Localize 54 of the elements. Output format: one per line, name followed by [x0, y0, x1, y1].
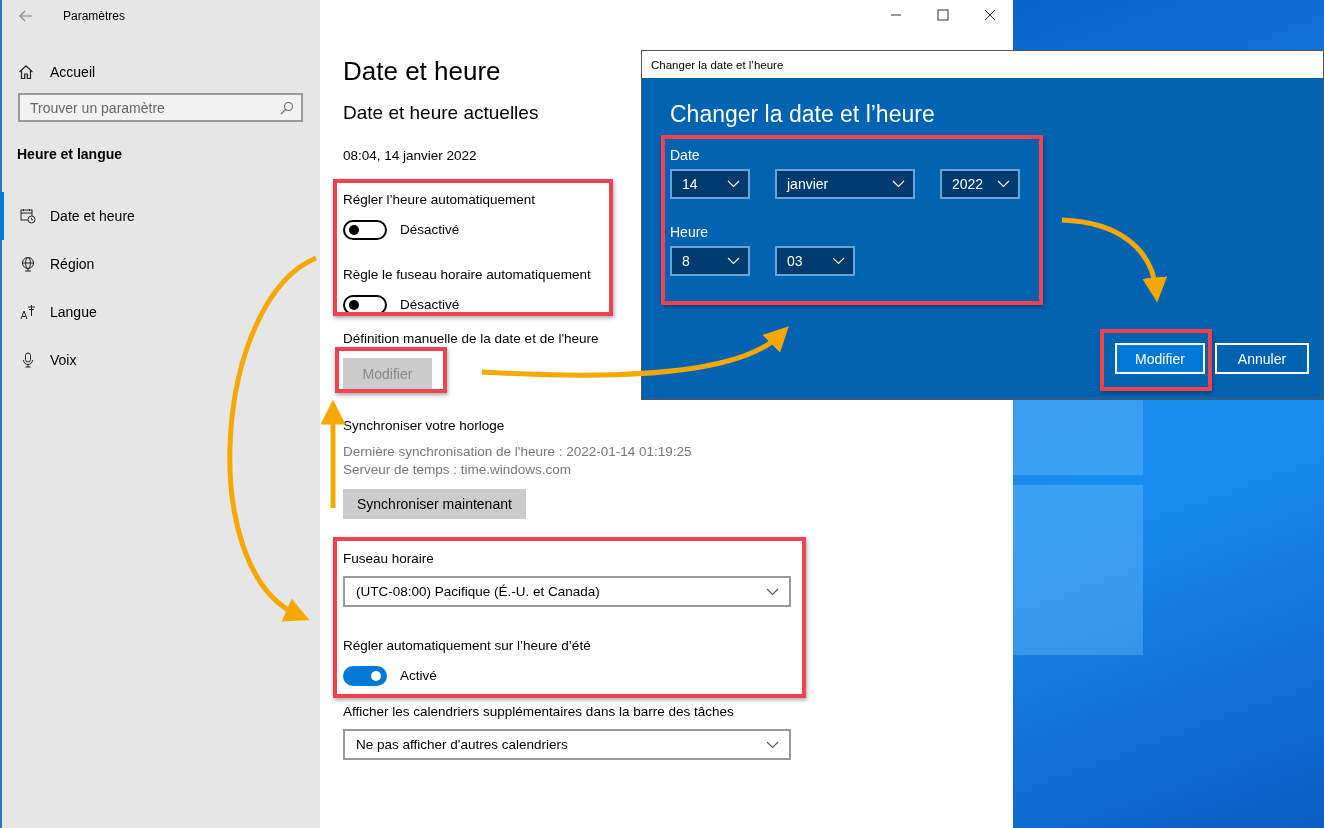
search-field[interactable]: Trouver un paramètre [18, 93, 303, 122]
date-dropdown[interactable]: janvier [775, 169, 915, 199]
calendars-dropdown[interactable]: Ne pas afficher d'autres calendriers [343, 729, 791, 760]
search-icon [280, 101, 294, 115]
back-arrow-icon[interactable] [19, 10, 33, 22]
globe-icon [20, 256, 36, 272]
sidebar-item[interactable]: Région [0, 240, 320, 288]
time-dropdown[interactable]: 8 [670, 246, 750, 276]
setting-label: Règle le fuseau horaire automatiquement [343, 266, 592, 284]
toggle-state-text: Activé [400, 667, 437, 685]
chevron-down-icon [997, 180, 1010, 188]
window-title: Paramètres [63, 9, 126, 23]
setting-label: Régler l’heure automatiquement [343, 191, 537, 209]
toggle-state-text: Désactivé [400, 221, 460, 239]
setting-label: Définition manuelle de la date et de l'heure [343, 330, 599, 348]
setting-label: Fuseau horaire [343, 550, 435, 568]
sync-now-button[interactable]: Synchroniser maintenant [343, 489, 526, 519]
date-dropdown[interactable]: 14 [670, 169, 750, 199]
setting-label: Afficher les calendriers supplémentaires dans la barre des tâches [343, 703, 735, 721]
page-title: Date et heure [343, 55, 501, 87]
current-date-time: 08:04, 14 janvier 2022 [343, 147, 477, 165]
close-icon[interactable] [984, 9, 996, 21]
section-title: Date et heure actuelles [343, 101, 539, 125]
home-icon [18, 64, 34, 80]
chevron-down-icon [727, 180, 740, 188]
section-heading: Heure et langue [17, 146, 124, 162]
chevron-down-icon [766, 740, 779, 749]
toggle-switch[interactable] [343, 666, 387, 686]
last-sync-text: Dernière synchronisation de l'heure : 2022-01-14 01:19:25 [343, 443, 693, 461]
setting-label: Régler automatiquement sur l’heure d’été [343, 637, 592, 655]
toggle-switch[interactable] [343, 220, 387, 240]
setting-label: Synchroniser votre horloge [343, 417, 506, 435]
date-dropdown[interactable]: 2022 [940, 169, 1020, 199]
language-icon [20, 304, 36, 320]
time-server-text: Serveur de temps : time.windows.com [343, 461, 573, 479]
chevron-down-icon [766, 587, 779, 596]
maximize-icon[interactable] [937, 9, 949, 21]
confirm-button[interactable]: Modifier [1115, 343, 1205, 374]
chevron-down-icon [727, 257, 740, 265]
chevron-down-icon [832, 257, 845, 265]
calendar-clock-icon [20, 208, 36, 224]
sidebar-item[interactable]: Voix [0, 336, 320, 384]
dialog-title: Changer la date et l’heure [651, 58, 784, 71]
field-label: Heure [670, 223, 710, 241]
microphone-icon [20, 352, 36, 368]
home-nav-item[interactable]: Accueil [18, 56, 320, 88]
toggle-state-text: Désactivé [400, 296, 460, 314]
dialog-heading: Changer la date et l’heure [670, 100, 936, 128]
chevron-down-icon [892, 180, 905, 188]
time-zone-dropdown[interactable]: (UTC-08:00) Pacifique (É.-U. et Canada) [343, 576, 791, 607]
cancel-button[interactable]: Annuler [1215, 343, 1309, 374]
time-dropdown[interactable]: 03 [775, 246, 855, 276]
field-label: Date [670, 146, 701, 164]
sidebar-item[interactable]: Langue [0, 288, 320, 336]
